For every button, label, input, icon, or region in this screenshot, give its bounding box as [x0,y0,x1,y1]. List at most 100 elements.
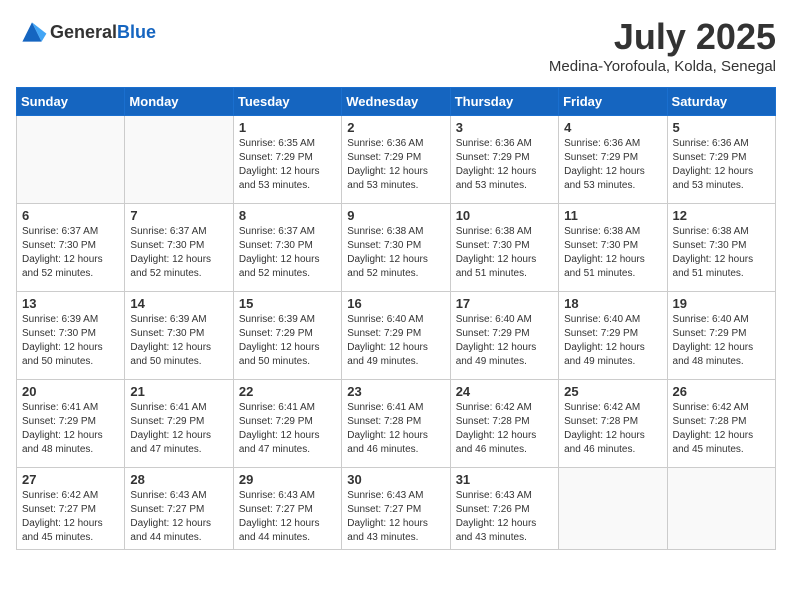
day-number: 1 [239,120,336,135]
day-number: 27 [22,472,119,487]
calendar-table: Sunday Monday Tuesday Wednesday Thursday… [16,87,776,550]
day-info: Sunrise: 6:37 AM Sunset: 7:30 PM Dayligh… [130,225,227,281]
day-cell: 24 Sunrise: 6:42 AM Sunset: 7:28 PM Dayli… [450,380,558,468]
day-info: Sunrise: 6:42 AM Sunset: 7:28 PM Dayligh… [673,401,770,457]
day-info: Sunrise: 6:40 AM Sunset: 7:29 PM Dayligh… [673,313,770,369]
day-info: Sunrise: 6:40 AM Sunset: 7:29 PM Dayligh… [456,313,553,369]
weekday-row: Sunday Monday Tuesday Wednesday Thursday… [17,88,776,116]
day-cell [559,468,667,550]
day-number: 4 [564,120,661,135]
day-info: Sunrise: 6:39 AM Sunset: 7:30 PM Dayligh… [22,313,119,369]
day-number: 24 [456,384,553,399]
day-cell: 30Sunrise: 6:43 AM Sunset: 7:27 PM Dayli… [342,468,450,550]
day-cell: 13Sunrise: 6:39 AM Sunset: 7:30 PM Dayli… [17,292,125,380]
week-row-1: 1Sunrise: 6:35 AM Sunset: 7:29 PM Daylig… [17,116,776,204]
day-cell: 15 Sunrise: 6:39 AM Sunset: 7:29 PM Dayli… [233,292,341,380]
day-cell: 1Sunrise: 6:35 AM Sunset: 7:29 PM Daylig… [233,116,341,204]
day-number: 22 [239,384,336,399]
day-cell: 18Sunrise: 6:40 AM Sunset: 7:29 PM Dayli… [559,292,667,380]
day-number: 28 [130,472,227,487]
page-header: GeneralBlue July 2025 Medina-Yorofoula, … [16,16,776,75]
calendar-body: 1Sunrise: 6:35 AM Sunset: 7:29 PM Daylig… [17,116,776,550]
week-row-5: 27Sunrise: 6:42 AM Sunset: 7:27 PM Dayli… [17,468,776,550]
day-cell: 2Sunrise: 6:36 AM Sunset: 7:29 PM Daylig… [342,116,450,204]
day-number: 12 [673,208,770,223]
day-info: Sunrise: 6:37 AM Sunset: 7:30 PM Dayligh… [239,225,336,281]
day-cell: 5 Sunrise: 6:36 AM Sunset: 7:29 PM Daylig… [667,116,775,204]
day-info: Sunrise: 6:40 AM Sunset: 7:29 PM Dayligh… [347,313,444,369]
header-wednesday: Wednesday [342,88,450,116]
day-number: 14 [130,296,227,311]
day-info: Sunrise: 6:41 AM Sunset: 7:29 PM Dayligh… [239,401,336,457]
day-cell [667,468,775,550]
day-info: Sunrise: 6:38 AM Sunset: 7:30 PM Dayligh… [456,225,553,281]
day-info: Sunrise: 6:36 AM Sunset: 7:29 PM Dayligh… [673,137,770,193]
day-number: 7 [130,208,227,223]
day-info: Sunrise: 6:36 AM Sunset: 7:29 PM Dayligh… [456,137,553,193]
day-cell: 21Sunrise: 6:41 AM Sunset: 7:29 PM Dayli… [125,380,233,468]
day-number: 8 [239,208,336,223]
day-info: Sunrise: 6:39 AM Sunset: 7:29 PM Dayligh… [239,313,336,369]
day-cell: 29Sunrise: 6:43 AM Sunset: 7:27 PM Dayli… [233,468,341,550]
day-info: Sunrise: 6:41 AM Sunset: 7:28 PM Dayligh… [347,401,444,457]
day-cell: 10 Sunrise: 6:38 AM Sunset: 7:30 PM Dayli… [450,204,558,292]
day-cell: 4 Sunrise: 6:36 AM Sunset: 7:29 PM Daylig… [559,116,667,204]
header-friday: Friday [559,88,667,116]
day-number: 16 [347,296,444,311]
day-cell: 7 Sunrise: 6:37 AM Sunset: 7:30 PM Daylig… [125,204,233,292]
day-info: Sunrise: 6:38 AM Sunset: 7:30 PM Dayligh… [564,225,661,281]
day-info: Sunrise: 6:37 AM Sunset: 7:30 PM Dayligh… [22,225,119,281]
day-number: 15 [239,296,336,311]
day-number: 5 [673,120,770,135]
day-cell: 3 Sunrise: 6:36 AM Sunset: 7:29 PM Daylig… [450,116,558,204]
day-cell: 19 Sunrise: 6:40 AM Sunset: 7:29 PM Dayli… [667,292,775,380]
day-cell: 25Sunrise: 6:42 AM Sunset: 7:28 PM Dayli… [559,380,667,468]
logo-text: GeneralBlue [50,22,156,43]
month-year: July 2025 [549,16,776,58]
day-cell [17,116,125,204]
day-number: 26 [673,384,770,399]
day-cell: 26 Sunrise: 6:42 AM Sunset: 7:28 PM Dayli… [667,380,775,468]
day-number: 9 [347,208,444,223]
day-info: Sunrise: 6:36 AM Sunset: 7:29 PM Dayligh… [564,137,661,193]
day-cell: 31Sunrise: 6:43 AM Sunset: 7:26 PM Dayli… [450,468,558,550]
day-number: 10 [456,208,553,223]
day-info: Sunrise: 6:42 AM Sunset: 7:28 PM Dayligh… [564,401,661,457]
header-tuesday: Tuesday [233,88,341,116]
day-number: 2 [347,120,444,135]
day-cell: 16 Sunrise: 6:40 AM Sunset: 7:29 PM Dayli… [342,292,450,380]
location: Medina-Yorofoula, Kolda, Senegal [549,58,776,75]
calendar-header: Sunday Monday Tuesday Wednesday Thursday… [17,88,776,116]
title-block: July 2025 Medina-Yorofoula, Kolda, Seneg… [549,16,776,75]
day-number: 19 [673,296,770,311]
day-number: 6 [22,208,119,223]
day-number: 23 [347,384,444,399]
day-number: 18 [564,296,661,311]
day-number: 17 [456,296,553,311]
day-info: Sunrise: 6:41 AM Sunset: 7:29 PM Dayligh… [22,401,119,457]
day-info: Sunrise: 6:41 AM Sunset: 7:29 PM Dayligh… [130,401,227,457]
day-cell: 22 Sunrise: 6:41 AM Sunset: 7:29 PM Dayli… [233,380,341,468]
week-row-3: 13Sunrise: 6:39 AM Sunset: 7:30 PM Dayli… [17,292,776,380]
day-cell [125,116,233,204]
day-cell: 6 Sunrise: 6:37 AM Sunset: 7:30 PM Daylig… [17,204,125,292]
day-info: Sunrise: 6:43 AM Sunset: 7:26 PM Dayligh… [456,489,553,545]
header-thursday: Thursday [450,88,558,116]
day-number: 11 [564,208,661,223]
day-cell: 9Sunrise: 6:38 AM Sunset: 7:30 PM Daylig… [342,204,450,292]
logo-general: General [50,22,117,42]
day-info: Sunrise: 6:42 AM Sunset: 7:28 PM Dayligh… [456,401,553,457]
header-sunday: Sunday [17,88,125,116]
day-cell: 11 Sunrise: 6:38 AM Sunset: 7:30 PM Dayli… [559,204,667,292]
day-cell: 12 Sunrise: 6:38 AM Sunset: 7:30 PM Dayli… [667,204,775,292]
header-monday: Monday [125,88,233,116]
week-row-2: 6 Sunrise: 6:37 AM Sunset: 7:30 PM Daylig… [17,204,776,292]
day-info: Sunrise: 6:43 AM Sunset: 7:27 PM Dayligh… [347,489,444,545]
day-cell: 14 Sunrise: 6:39 AM Sunset: 7:30 PM Dayli… [125,292,233,380]
day-cell: 17 Sunrise: 6:40 AM Sunset: 7:29 PM Dayli… [450,292,558,380]
day-info: Sunrise: 6:38 AM Sunset: 7:30 PM Dayligh… [673,225,770,281]
day-info: Sunrise: 6:39 AM Sunset: 7:30 PM Dayligh… [130,313,227,369]
day-info: Sunrise: 6:43 AM Sunset: 7:27 PM Dayligh… [239,489,336,545]
logo-icon [16,16,48,48]
day-number: 3 [456,120,553,135]
